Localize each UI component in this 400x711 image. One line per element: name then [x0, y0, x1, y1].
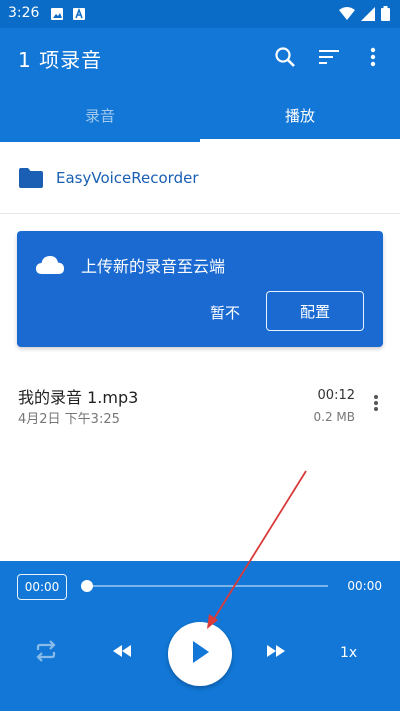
total-time: 00:00 — [347, 579, 382, 593]
image-notification-icon — [50, 6, 64, 25]
fast-forward-button[interactable] — [260, 639, 292, 667]
signal-icon — [361, 6, 375, 25]
sort-button[interactable] — [312, 42, 346, 76]
folder-icon — [18, 167, 44, 189]
playback-speed-button[interactable]: 1x — [340, 645, 357, 661]
configure-button[interactable]: 配置 — [266, 291, 364, 331]
tab-playback[interactable]: 播放 — [200, 88, 400, 142]
search-icon — [274, 46, 296, 72]
list-item[interactable]: 我的录音 1.mp3 4月2日 下午3:25 00:12 0.2 MB — [0, 372, 400, 438]
folder-row[interactable]: EasyVoiceRecorder — [0, 142, 400, 214]
wifi-icon — [339, 6, 355, 25]
tab-record[interactable]: 录音 — [0, 88, 200, 142]
configure-label: 配置 — [299, 302, 330, 321]
repeat-icon — [34, 640, 58, 666]
recording-name: 我的录音 1.mp3 — [18, 388, 139, 407]
seek-thumb[interactable] — [81, 580, 93, 592]
fast-forward-icon — [265, 643, 287, 663]
current-time[interactable]: 00:00 — [17, 574, 67, 600]
recording-size: 0.2 MB — [313, 410, 355, 424]
rewind-button[interactable] — [106, 639, 138, 667]
cloud-icon — [35, 253, 65, 279]
status-time: 3:26 — [8, 5, 40, 21]
cloud-upload-card: 上传新的录音至云端 暂不 配置 — [17, 231, 383, 347]
play-button[interactable] — [168, 622, 232, 686]
folder-name: EasyVoiceRecorder — [56, 168, 199, 187]
seek-bar[interactable] — [86, 585, 328, 587]
not-now-label: 暂不 — [209, 303, 240, 322]
recording-more-button[interactable] — [364, 392, 388, 418]
tab-bar: 录音 播放 — [0, 88, 400, 142]
more-vertical-icon — [370, 47, 376, 71]
player-bar: 00:00 00:00 1x — [0, 561, 400, 711]
recording-date: 4月2日 下午3:25 — [18, 412, 120, 427]
status-bar: 3:26 — [0, 0, 400, 28]
recording-duration: 00:12 — [317, 388, 355, 403]
rewind-icon — [111, 643, 133, 663]
font-notification-icon — [72, 6, 86, 25]
search-button[interactable] — [268, 42, 302, 76]
sort-icon — [318, 48, 340, 70]
page-title: 1 项录音 — [18, 48, 103, 72]
more-vertical-icon — [373, 394, 379, 416]
not-now-button[interactable]: 暂不 — [192, 293, 258, 331]
battery-icon — [381, 6, 390, 25]
repeat-button[interactable] — [30, 639, 62, 667]
current-time-label: 00:00 — [24, 580, 60, 594]
app-bar: 1 项录音 — [0, 28, 400, 88]
play-icon — [189, 639, 211, 669]
upload-message: 上传新的录音至云端 — [81, 257, 226, 276]
tab-record-label: 录音 — [84, 106, 115, 125]
more-options-button[interactable] — [356, 42, 390, 76]
tab-playback-label: 播放 — [284, 106, 315, 125]
